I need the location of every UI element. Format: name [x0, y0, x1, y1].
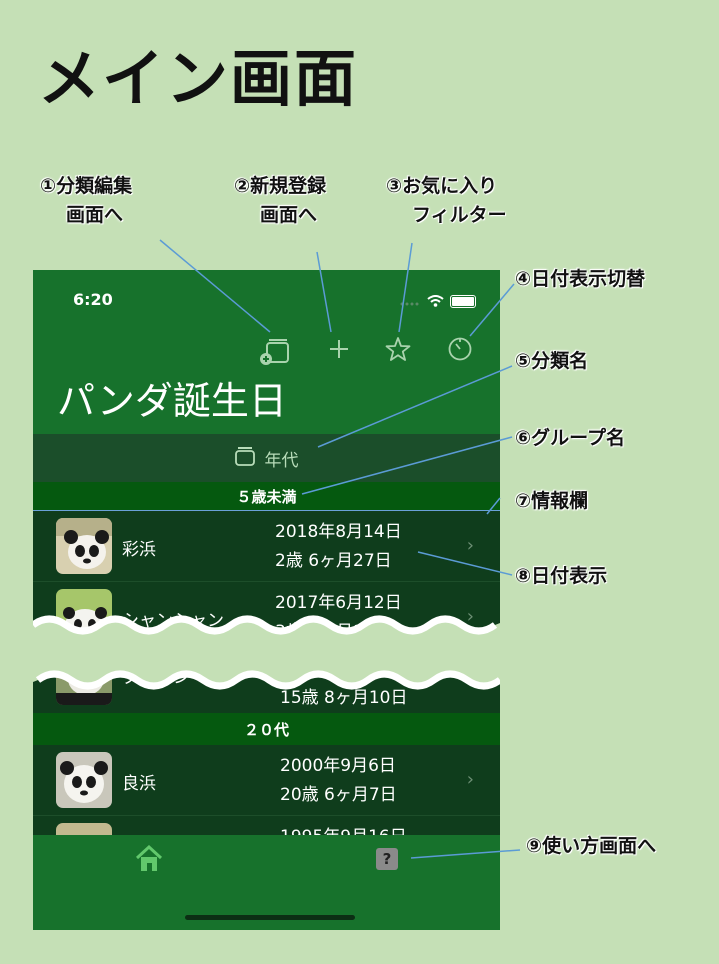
callout-line: ③お気に入り	[386, 175, 498, 197]
phone-screen: 6:20 パンダ誕生日 年代 ５歳未満 彩浜 2018年8月14日 2歳 6ヶ月…	[33, 270, 500, 930]
callout-line: 画面へ	[260, 204, 318, 226]
omission-wave	[33, 615, 500, 690]
callout-help-screen: ⑨使い方画面へ	[526, 835, 657, 857]
help-icon: ?	[382, 850, 392, 868]
callout-line: フィルター	[412, 204, 507, 226]
home-icon	[134, 844, 164, 877]
callout-line: ①分類編集	[40, 175, 133, 197]
home-indicator	[185, 915, 355, 920]
callout-line: 画面へ	[66, 204, 124, 226]
callout-favorite-filter: ③お気に入り フィルター	[386, 172, 507, 230]
callout-new-register: ②新規登録 画面へ	[234, 172, 326, 230]
callout-group-name: ⑥グループ名	[515, 427, 625, 449]
callout-category-edit: ①分類編集 画面へ	[40, 172, 132, 230]
tab-bar: ?	[33, 835, 500, 930]
callout-info-field: ⑦情報欄	[515, 490, 589, 512]
callout-date-toggle: ④日付表示切替	[515, 268, 646, 290]
callout-category-name: ⑤分類名	[515, 350, 589, 372]
callout-date-display: ⑧日付表示	[515, 565, 608, 587]
help-button[interactable]: ?	[376, 848, 398, 870]
home-tab[interactable]	[134, 844, 168, 877]
callout-line: ②新規登録	[234, 175, 327, 197]
page-title: メイン画面	[38, 42, 359, 115]
